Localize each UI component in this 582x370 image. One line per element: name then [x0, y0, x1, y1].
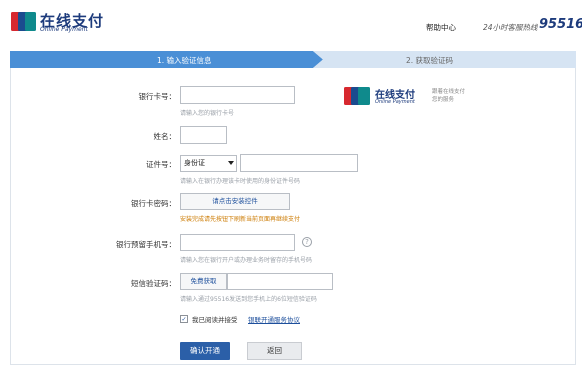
id-type-selected: 身份证: [184, 159, 205, 167]
phone-input[interactable]: [180, 234, 295, 251]
step-2-label: 2. 获取验证码: [406, 56, 454, 65]
id-document-label: 证件号：: [146, 160, 176, 169]
install-control-button[interactable]: 请点击安装控件: [180, 193, 290, 210]
side-brand-note-line1: 跟着在线支付: [432, 89, 466, 95]
unionpay-logo-icon: [11, 12, 36, 31]
phone-label: 银行预留手机号：: [116, 240, 176, 249]
hotline-number: 95516: [539, 17, 582, 32]
id-number-input[interactable]: [240, 154, 358, 172]
hotline-label: 24小时客服热线: [483, 23, 538, 32]
card-number-hint: 请输入您的银行卡号: [180, 110, 235, 117]
agreement-text: 我已阅读并接受: [192, 316, 238, 324]
back-button[interactable]: 返回: [247, 342, 302, 360]
confirm-open-button[interactable]: 确认开通: [180, 342, 230, 360]
agreement-checkbox[interactable]: ✓: [180, 315, 188, 323]
step-progress-bar: [10, 51, 576, 68]
install-control-warning: 安装完成请先按钮下刷新当前页面再继续支付: [180, 216, 301, 223]
card-number-label: 银行卡号：: [138, 92, 177, 101]
get-sms-code-button[interactable]: 免费获取: [180, 273, 227, 290]
chevron-down-icon: [228, 161, 234, 165]
sms-code-hint: 请输入通过95516发送到您手机上的6位短信验证码: [180, 296, 317, 303]
card-password-label: 银行卡密码：: [131, 199, 176, 208]
brand-subtitle: Online Payment: [40, 26, 88, 33]
sms-code-label: 短信验证码：: [131, 279, 176, 288]
phone-hint: 请输入您在银行开户或办理业务时留存的手机号码: [180, 257, 313, 264]
help-center-link[interactable]: 帮助中心: [426, 22, 456, 33]
agreement-link[interactable]: 银联开通服务协议: [248, 314, 300, 324]
unionpay-logo-small-icon: [344, 87, 370, 105]
step-1-label: 1. 输入验证信息: [157, 56, 212, 65]
side-brand-note-line2: 您的服务: [432, 97, 455, 103]
card-number-input[interactable]: [180, 86, 295, 104]
name-label: 姓名：: [153, 132, 177, 141]
side-brand-subtitle: Online Payment: [375, 99, 415, 105]
id-document-hint: 请输入在银行办理该卡时使用的身份证件号码: [180, 178, 301, 185]
name-input[interactable]: [180, 126, 227, 144]
sms-code-input[interactable]: [227, 273, 333, 290]
help-question-icon[interactable]: ?: [302, 237, 312, 247]
